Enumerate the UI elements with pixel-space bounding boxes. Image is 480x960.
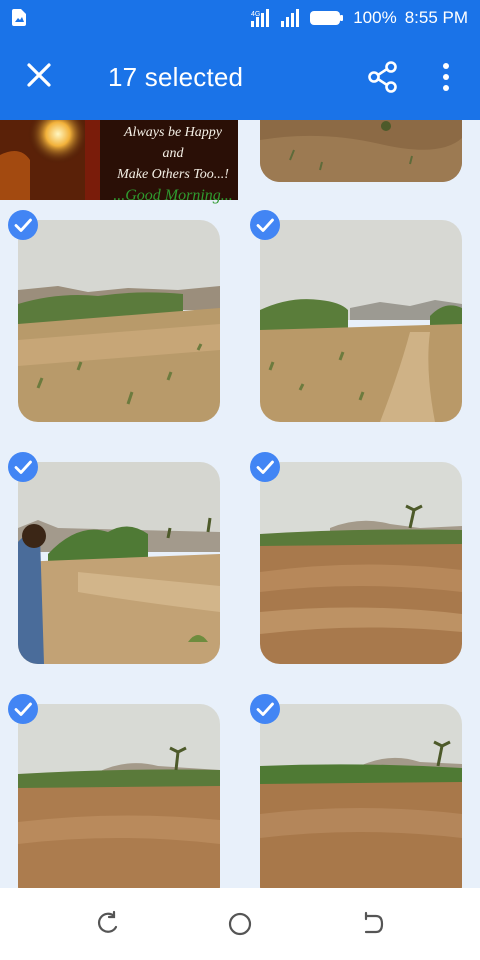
greeting-line: and — [162, 146, 184, 161]
selected-check-icon[interactable] — [250, 452, 280, 482]
photo-tile-top-right[interactable] — [242, 120, 480, 200]
selected-check-icon[interactable] — [8, 694, 38, 724]
photo-thumbnail — [260, 120, 462, 182]
photo-tile[interactable] — [0, 444, 238, 682]
svg-text:4G: 4G — [251, 11, 260, 18]
photo-grid: Always be Happy and Make Others Too...! … — [0, 120, 480, 888]
system-nav-bar — [0, 888, 480, 960]
signal-icon — [281, 9, 300, 27]
selected-check-icon[interactable] — [8, 210, 38, 240]
close-icon[interactable] — [22, 58, 56, 92]
photo-thumbnail — [260, 220, 462, 422]
photo-thumbnail — [260, 704, 462, 888]
gallery-notification-icon — [12, 9, 26, 26]
greeting-line: Always be Happy — [124, 125, 222, 140]
back-icon[interactable] — [360, 910, 388, 938]
battery-icon — [310, 11, 344, 25]
photo-thumbnail — [18, 704, 220, 888]
photo-tile[interactable] — [0, 202, 238, 440]
status-right: 4G 100% 8:55 PM — [251, 8, 468, 28]
photo-tile[interactable] — [242, 686, 480, 888]
home-icon[interactable] — [226, 910, 254, 938]
photo-tile[interactable] — [0, 686, 238, 888]
greeting-text: Always be Happy and Make Others Too...! … — [110, 122, 236, 206]
share-icon[interactable] — [366, 60, 400, 94]
selection-app-bar: 17 selected — [0, 36, 480, 120]
battery-percent: 100% — [353, 8, 397, 27]
status-bar: 4G 100% 8:55 PM — [0, 0, 480, 36]
more-vert-icon[interactable] — [436, 60, 456, 94]
photo-tile[interactable] — [242, 202, 480, 440]
greeting-line: Make Others Too...! — [117, 167, 229, 182]
photo-thumbnail — [18, 462, 220, 664]
selection-count-title: 17 selected — [108, 62, 244, 92]
photo-tile[interactable] — [242, 444, 480, 682]
clock: 8:55 PM — [404, 8, 468, 27]
selected-check-icon[interactable] — [8, 452, 38, 482]
selected-check-icon[interactable] — [250, 210, 280, 240]
selected-check-icon[interactable] — [250, 694, 280, 724]
photo-tile-greeting[interactable]: Always be Happy and Make Others Too...! … — [0, 120, 238, 204]
recent-apps-icon[interactable] — [94, 910, 122, 938]
photo-thumbnail — [18, 220, 220, 422]
photo-thumbnail — [260, 462, 462, 664]
signal-icon: 4G — [251, 9, 270, 27]
